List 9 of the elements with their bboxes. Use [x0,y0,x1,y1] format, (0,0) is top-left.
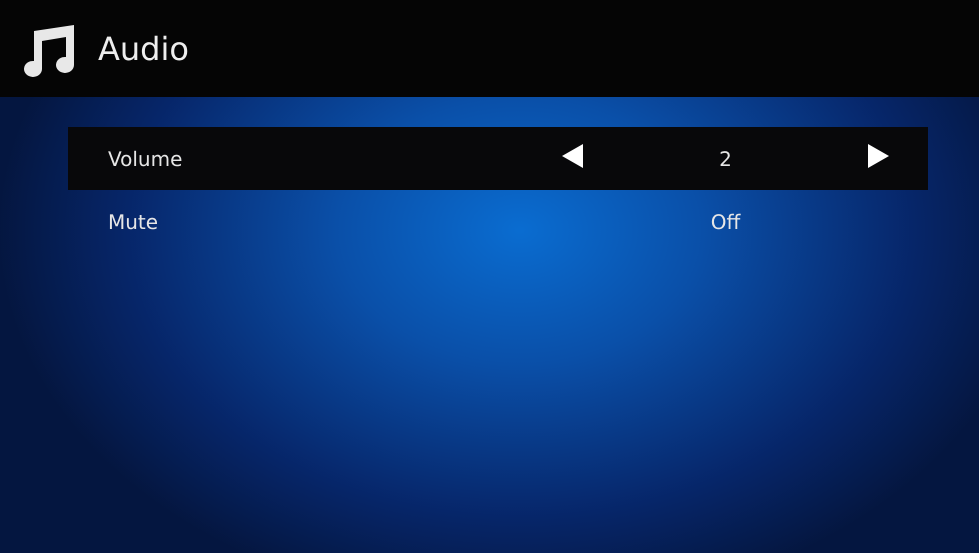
setting-value: Off [710,210,742,234]
screen-title: Audio [98,30,189,68]
right-arrow-icon[interactable] [866,143,891,169]
setting-label: Volume [108,146,184,170]
setting-row[interactable]: Volume 2 [68,127,928,190]
setting-label: Mute [108,210,160,234]
setting-row[interactable]: Mute Off [68,190,928,253]
left-arrow-icon[interactable] [560,143,585,169]
setting-value: 2 [718,146,733,170]
